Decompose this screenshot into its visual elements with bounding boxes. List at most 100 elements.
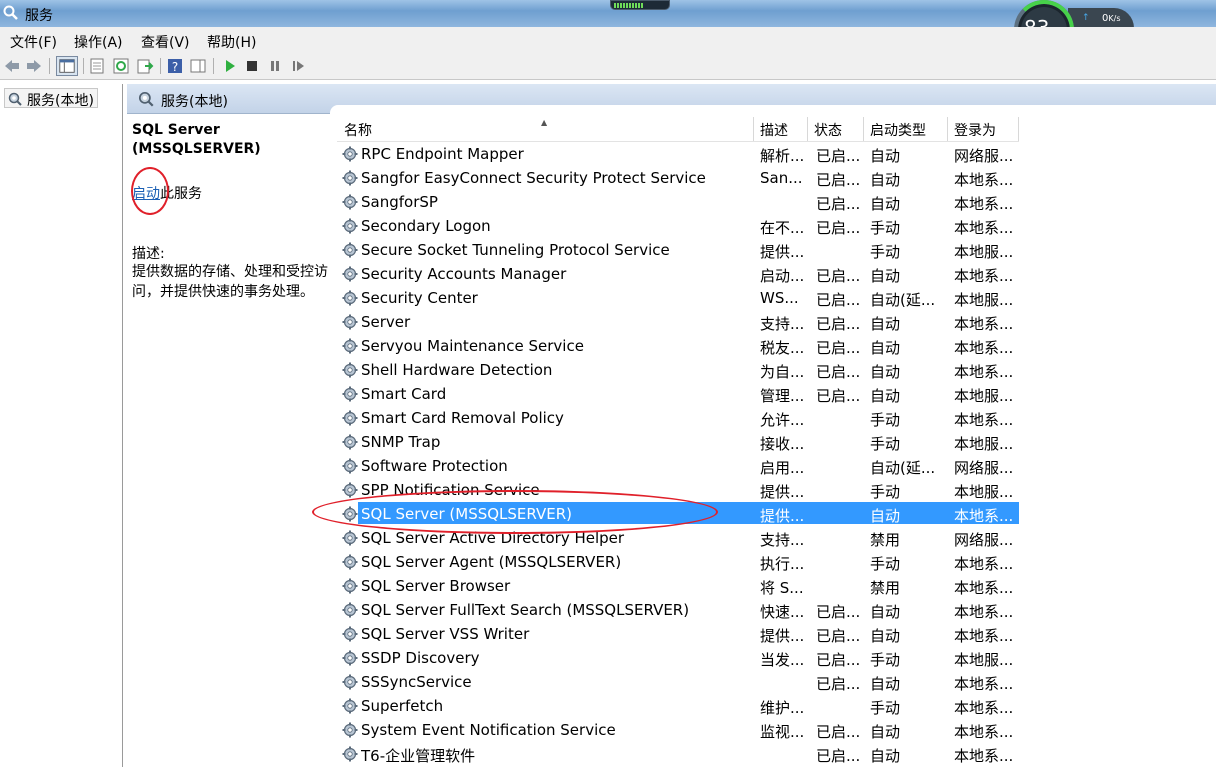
service-row[interactable]: SQL Server VSS Writer 提供... 已启... 自动 本地系...	[337, 622, 1216, 646]
gear-icon	[342, 746, 358, 762]
service-row[interactable]: SSDP Discovery 当发... 已启... 手动 本地服...	[337, 646, 1216, 670]
tree-node-services-local[interactable]: 服务(本地)	[4, 88, 98, 109]
service-row[interactable]: SQL Server Browser 将 S... 禁用 本地系...	[337, 574, 1216, 598]
pause-service-icon[interactable]	[266, 57, 284, 75]
show-hide-console-tree-icon[interactable]	[56, 56, 78, 76]
service-log-on-as: 本地系...	[954, 171, 1014, 189]
service-row[interactable]: SNMP Trap 接收... 手动 本地服...	[337, 430, 1216, 454]
service-row[interactable]: SQL Server Agent (MSSQLSERVER) 执行... 手动 本地系…	[337, 550, 1216, 574]
service-row[interactable]: Servyou Maintenance Service 税友... 已启... 自动 本…	[337, 334, 1216, 358]
gear-icon	[342, 194, 358, 210]
gear-icon	[342, 218, 358, 234]
column-header-startup-type[interactable]: 启动类型	[864, 117, 948, 141]
service-row[interactable]: Shell Hardware Detection 为自... 已启... 自动 本地系.…	[337, 358, 1216, 382]
back-arrow-icon[interactable]	[3, 57, 21, 75]
menu-bar: 文件(F) 操作(A) 查看(V) 帮助(H)	[0, 27, 1216, 53]
service-description: San...	[760, 169, 803, 187]
toolbar-separator	[49, 58, 50, 74]
service-row[interactable]: System Event Notification Service 监视... 已启…	[337, 718, 1216, 742]
start-service-icon[interactable]	[221, 57, 239, 75]
gear-icon	[342, 146, 358, 162]
service-startup-type: 禁用	[870, 531, 901, 549]
service-log-on-as: 本地系...	[954, 267, 1014, 285]
service-name: Server	[361, 313, 411, 331]
service-name: Secure Socket Tunneling Protocol Service	[361, 241, 670, 259]
show-action-pane-icon[interactable]	[189, 57, 207, 75]
service-row[interactable]: T6-企业管理软件 已启... 自动 本地系...	[337, 742, 1216, 766]
column-logon-label: 登录为	[954, 123, 996, 139]
service-log-on-as: 网络服...	[954, 459, 1014, 477]
column-startup-label: 启动类型	[870, 123, 926, 139]
service-row[interactable]: Secure Socket Tunneling Protocol Service…	[337, 238, 1216, 262]
tree-node-label: 服务(本地)	[27, 93, 94, 109]
service-description: WS...	[760, 289, 799, 307]
service-log-on-as: 本地系...	[954, 675, 1014, 693]
service-description: 支持...	[760, 531, 805, 549]
menu-view[interactable]: 查看(V)	[141, 32, 190, 52]
service-row[interactable]: SSSyncService 已启... 自动 本地系...	[337, 670, 1216, 694]
service-description: 为自...	[760, 363, 805, 381]
column-header-log-on-as[interactable]: 登录为	[948, 117, 1019, 141]
service-log-on-as: 本地系...	[954, 219, 1014, 237]
service-log-on-as: 本地系...	[954, 363, 1014, 381]
menu-file[interactable]: 文件(F)	[10, 32, 57, 52]
menu-help[interactable]: 帮助(H)	[207, 32, 256, 52]
service-row[interactable]: Software Protection 启用... 自动(延... 网络服...	[337, 454, 1216, 478]
properties-icon[interactable]	[88, 57, 106, 75]
service-status: 已启...	[816, 363, 861, 381]
menu-action[interactable]: 操作(A)	[74, 32, 123, 52]
gear-icon	[342, 626, 358, 642]
service-log-on-as: 本地系...	[954, 579, 1014, 597]
service-name: Smart Card	[361, 385, 447, 403]
service-row[interactable]: SangforSP 已启... 自动 本地系...	[337, 190, 1216, 214]
service-row[interactable]: Smart Card 管理... 已启... 自动 本地服...	[337, 382, 1216, 406]
service-status: 已启...	[816, 291, 861, 309]
service-row[interactable]: Sangfor EasyConnect Security Protect Ser…	[337, 166, 1216, 190]
refresh-icon[interactable]	[112, 57, 130, 75]
service-status: 已启...	[816, 627, 861, 645]
service-log-on-as: 本地系...	[954, 339, 1014, 357]
service-startup-type: 自动(延...	[870, 459, 936, 477]
service-status: 已启...	[816, 675, 861, 693]
service-log-on-as: 本地系...	[954, 699, 1014, 717]
description-text: 提供数据的存储、处理和受控访问，并提供快速的事务处理。	[132, 264, 328, 300]
service-log-on-as: 本地服...	[954, 243, 1014, 261]
service-row[interactable]: Superfetch 维护... 手动 本地系...	[337, 694, 1216, 718]
service-description: 启动...	[760, 267, 805, 285]
service-row[interactable]: Secondary Logon 在不... 已启... 手动 本地系...	[337, 214, 1216, 238]
service-log-on-as: 本地系...	[954, 315, 1014, 333]
forward-arrow-icon[interactable]	[25, 57, 43, 75]
service-row[interactable]: Smart Card Removal Policy 允许... 手动 本地系...	[337, 406, 1216, 430]
service-row[interactable]: RPC Endpoint Mapper 解析... 已启... 自动 网络服...	[337, 142, 1216, 166]
restart-service-icon[interactable]	[289, 57, 307, 75]
service-row[interactable]: Security Center WS... 已启... 自动(延... 本地服...	[337, 286, 1216, 310]
service-startup-type: 手动	[870, 435, 901, 453]
service-status: 已启...	[816, 147, 861, 165]
column-status-label: 状态	[814, 123, 842, 139]
column-header-description[interactable]: 描述	[754, 117, 808, 141]
help-icon[interactable]: ?	[166, 57, 184, 75]
service-row[interactable]: Security Accounts Manager 启动... 已启... 自动 本地系…	[337, 262, 1216, 286]
export-list-icon[interactable]	[136, 57, 154, 75]
service-status: 已启...	[816, 195, 861, 213]
service-log-on-as: 网络服...	[954, 531, 1014, 549]
column-header-status[interactable]: 状态	[808, 117, 864, 141]
stop-service-icon[interactable]	[243, 57, 261, 75]
service-name: System Event Notification Service	[361, 721, 616, 739]
service-log-on-as: 本地系...	[954, 507, 1014, 525]
service-startup-type: 手动	[870, 243, 901, 261]
service-row[interactable]: Server 支持... 已启... 自动 本地系...	[337, 310, 1216, 334]
service-status: 已启...	[816, 387, 861, 405]
service-name: Secondary Logon	[361, 217, 491, 235]
gear-icon	[342, 578, 358, 594]
gear-icon	[342, 434, 358, 450]
column-header-name[interactable]: 名称 ▲	[338, 117, 754, 141]
service-status: 已启...	[816, 339, 861, 357]
service-startup-type: 自动	[870, 147, 901, 165]
gear-icon	[342, 266, 358, 282]
service-name: SQL Server VSS Writer	[361, 625, 530, 643]
service-name: SSDP Discovery	[361, 649, 480, 667]
service-description: 提供...	[760, 483, 805, 501]
service-row[interactable]: SQL Server FullText Search (MSSQLSERVER)…	[337, 598, 1216, 622]
pane-header-notch	[330, 105, 1216, 115]
